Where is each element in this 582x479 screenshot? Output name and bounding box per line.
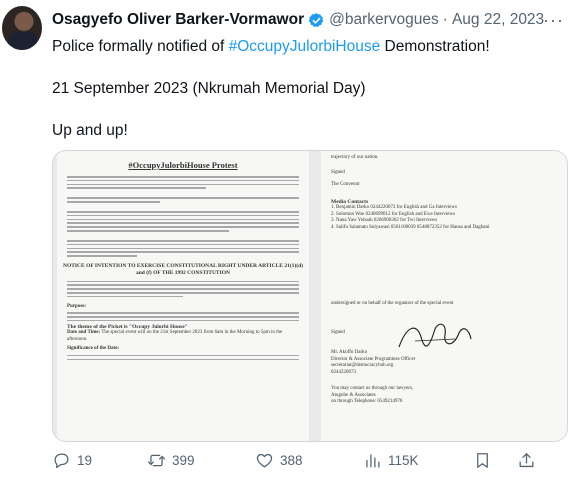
repost-button[interactable]: 399: [147, 451, 255, 470]
like-button[interactable]: 388: [255, 451, 363, 470]
heart-icon: [256, 453, 273, 467]
views-button[interactable]: 115K: [363, 451, 473, 470]
date-time-label: Date and Time:: [67, 330, 101, 336]
significance-label: Significance of the Date:: [67, 346, 120, 352]
share-icon: [519, 452, 534, 467]
hashtag-link[interactable]: #OccupyJulorbiHouse: [229, 38, 381, 55]
reply-icon: [54, 453, 69, 468]
document-page-right: trajectory of our nation. Signed The Con…: [321, 151, 567, 441]
tweet-text: Police formally notified of #OccupyJulor…: [52, 36, 567, 141]
purpose-label: Purpose:: [67, 303, 87, 309]
tweet-header: Osagyefo Oliver Barker-Vormawor @barkerv…: [52, 10, 544, 30]
tweet-media-image[interactable]: #OccupyJulorbiHouse Protest NOTICE OF IN…: [52, 150, 568, 442]
document-page-left: #OccupyJulorbiHouse Protest NOTICE OF IN…: [57, 151, 309, 441]
date-time-text: The special event will on the 21st Septe…: [67, 330, 283, 342]
tweet-line-3: Up and up!: [52, 122, 128, 139]
avatar[interactable]: [2, 6, 42, 50]
notice-heading: NOTICE OF INTENTION TO EXERCISE CONSTITU…: [63, 262, 303, 276]
dot-separator: ·: [442, 11, 448, 28]
author-name[interactable]: Osagyefo Oliver Barker-Vormawor: [52, 11, 304, 29]
document-title: #OccupyJulorbiHouse Protest: [128, 160, 238, 170]
tweet-line-2: 21 September 2023 (Nkrumah Memorial Day): [52, 80, 366, 97]
repost-count: 399: [172, 452, 195, 468]
signature-image: [398, 323, 472, 348]
tweet-date[interactable]: Aug 22, 2023: [452, 11, 544, 29]
bookmark-button[interactable]: [473, 451, 517, 470]
analytics-icon: [366, 453, 380, 467]
verified-badge-icon: [309, 12, 324, 27]
reply-count: 19: [77, 452, 93, 468]
share-button[interactable]: [517, 451, 536, 470]
reply-button[interactable]: 19: [52, 451, 147, 470]
tweet-line-1: Police formally notified of #OccupyJulor…: [52, 36, 567, 57]
tweet-intro: Police formally notified of: [52, 38, 229, 55]
repost-icon: [147, 454, 166, 466]
bookmark-icon: [477, 452, 488, 468]
tweet-outro: Demonstration!: [380, 38, 490, 55]
author-handle[interactable]: @barkervogues: [329, 11, 439, 29]
more-options-icon[interactable]: ···: [543, 10, 564, 31]
views-count: 115K: [388, 452, 419, 468]
lawyers-line-3: on through Telephone: 0549214976: [331, 399, 403, 404]
like-count: 388: [280, 452, 303, 468]
tweet-actions: 19 399 388 115K: [52, 448, 572, 472]
